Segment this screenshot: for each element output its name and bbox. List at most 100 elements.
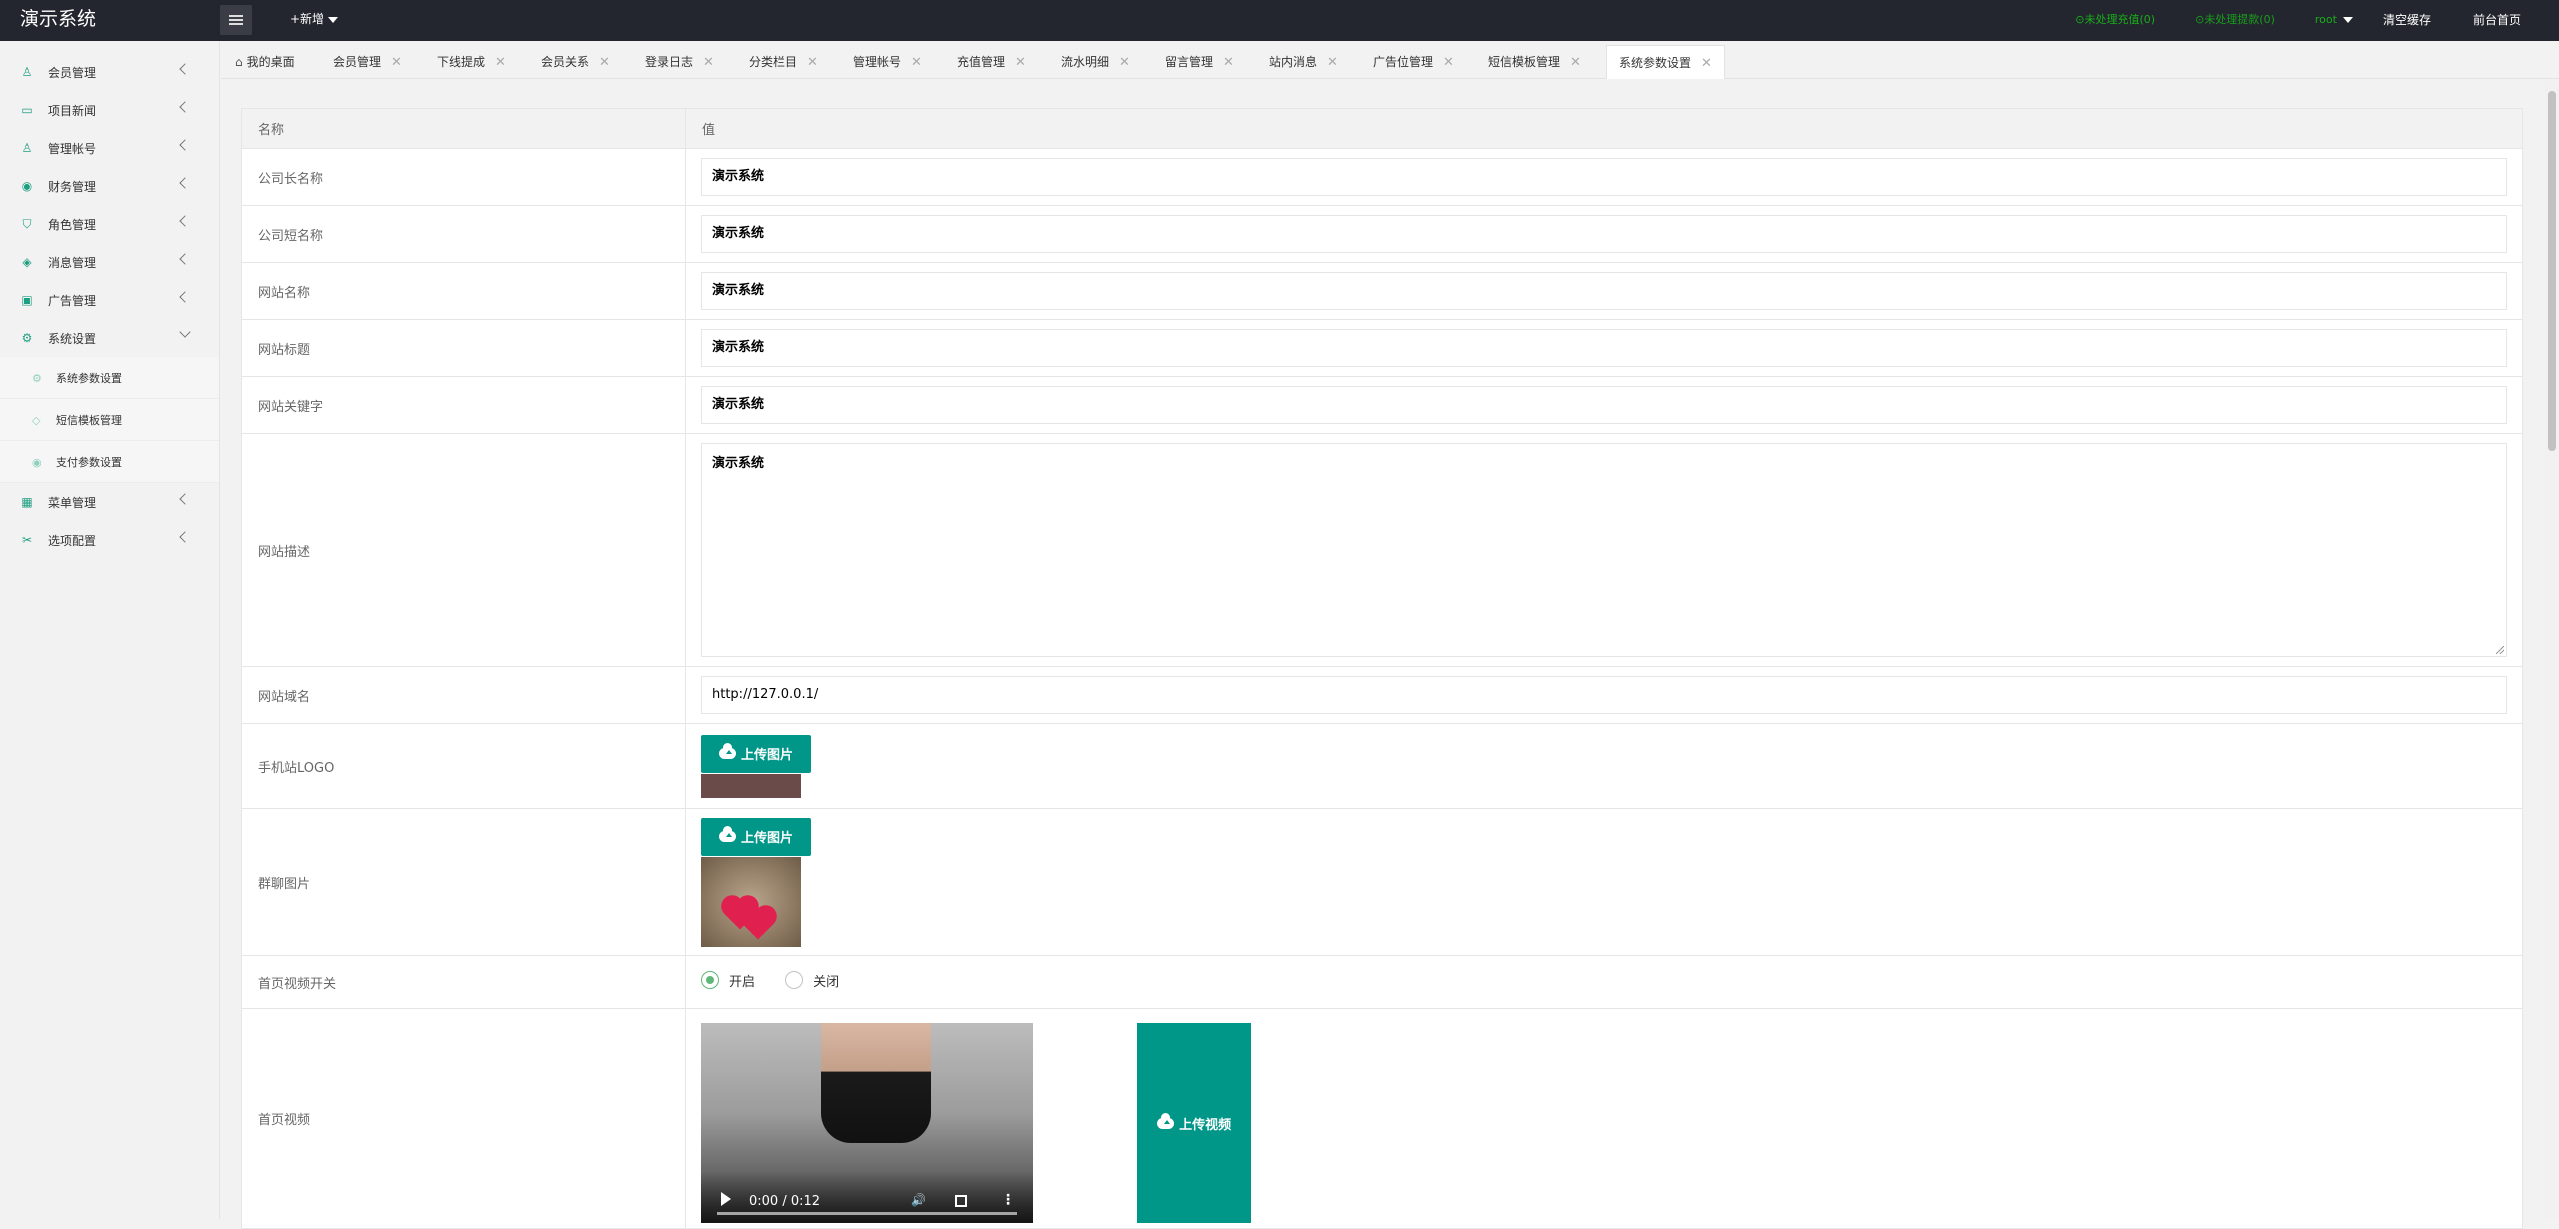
sidebar-item-system-settings[interactable]: ⚙ 系统设置 [0, 319, 219, 357]
sidebar-item-label: 管理帐号 [48, 141, 97, 156]
sidebar-item-label: 菜单管理 [48, 495, 97, 510]
home-video-player[interactable]: 0:00 / 0:12 🔊 ⋮ [701, 1023, 1033, 1223]
tab-messages-board[interactable]: 留言管理 ✕ [1165, 45, 1234, 79]
video-switch-off-radio[interactable]: 关闭 [785, 971, 839, 990]
site-title-input[interactable]: 演示系统 [701, 329, 2507, 367]
close-icon[interactable]: ✕ [391, 55, 402, 70]
tool-icon: ✂ [21, 533, 33, 547]
pending-withdraw-link[interactable]: ⊙未处理提款(0) [2195, 11, 2275, 27]
table-row: 网站描述 演示系统 [241, 433, 2523, 667]
close-icon[interactable]: ✕ [1223, 55, 1234, 70]
site-description-textarea[interactable]: 演示系统 [701, 443, 2507, 657]
sidebar-subitem-system-params[interactable]: ⚙ 系统参数设置 [0, 357, 219, 399]
close-icon[interactable]: ✕ [807, 55, 818, 70]
table-row: 网站名称 演示系统 [241, 262, 2523, 320]
add-new-button[interactable]: +新增 [290, 0, 339, 38]
tab-transactions[interactable]: 流水明细 ✕ [1061, 45, 1130, 79]
close-icon[interactable]: ✕ [1119, 55, 1130, 70]
tab-label: 会员管理 [333, 55, 382, 69]
cloud-upload-icon [719, 743, 736, 759]
row-label: 公司短名称 [241, 205, 686, 263]
account-icon: ♙ [21, 141, 33, 155]
volume-icon[interactable]: 🔊 [911, 1193, 926, 1207]
tab-system-params[interactable]: 系统参数设置 ✕ [1606, 45, 1725, 79]
pending-recharge-link[interactable]: ⊙未处理充值(0) [2075, 11, 2155, 27]
chevron-left-icon [179, 291, 191, 303]
chevron-left-icon [179, 139, 191, 151]
tab-desktop[interactable]: ⌂ 我的桌面 [235, 45, 295, 79]
upload-logo-button[interactable]: 上传图片 [701, 734, 812, 773]
row-label: 首页视频 [241, 1008, 686, 1229]
resize-handle-icon[interactable] [2496, 646, 2504, 654]
tab-admin-accounts[interactable]: 管理帐号 ✕ [853, 45, 922, 79]
tab-categories[interactable]: 分类栏目 ✕ [749, 45, 818, 79]
tab-downline-commission[interactable]: 下线提成 ✕ [437, 45, 506, 79]
front-home-link[interactable]: 前台首页 [2473, 11, 2521, 28]
company-long-name-input[interactable]: 演示系统 [701, 158, 2507, 196]
menu-toggle-button[interactable] [220, 5, 252, 35]
tab-ad-slots[interactable]: 广告位管理 ✕ [1373, 45, 1454, 79]
site-keywords-input[interactable]: 演示系统 [701, 386, 2507, 424]
sidebar-item-roles[interactable]: ⛉ 角色管理 [0, 205, 219, 243]
sidebar-item-ads[interactable]: ▣ 广告管理 [0, 281, 219, 319]
close-icon[interactable]: ✕ [1015, 55, 1026, 70]
close-icon[interactable]: ✕ [1701, 56, 1712, 71]
video-progress-bar[interactable] [717, 1212, 1017, 1215]
fullscreen-icon[interactable] [955, 1195, 967, 1207]
video-frame [821, 1023, 931, 1143]
site-domain-input[interactable]: http://127.0.0.1/ [701, 676, 2507, 714]
circle-icon: ◉ [32, 455, 42, 469]
row-label: 网站描述 [241, 433, 686, 667]
close-icon[interactable]: ✕ [911, 55, 922, 70]
more-vertical-icon[interactable]: ⋮ [1001, 1193, 1015, 1207]
user-menu[interactable]: root [2315, 13, 2353, 26]
row-label: 网站标题 [241, 319, 686, 377]
sidebar-item-messages[interactable]: ◈ 消息管理 [0, 243, 219, 281]
tab-sms-templates[interactable]: 短信模板管理 ✕ [1488, 45, 1581, 79]
upload-group-image-button[interactable]: 上传图片 [701, 817, 812, 856]
tab-recharge[interactable]: 充值管理 ✕ [957, 45, 1026, 79]
tab-label: 流水明细 [1061, 55, 1110, 69]
close-icon[interactable]: ✕ [1570, 55, 1581, 70]
sidebar-item-members[interactable]: ♙ 会员管理 [0, 53, 219, 91]
upload-button-label: 上传图片 [741, 831, 794, 846]
clear-cache-link[interactable]: 清空缓存 [2383, 11, 2431, 28]
scrollbar-thumb[interactable] [2548, 91, 2556, 451]
close-icon[interactable]: ✕ [599, 55, 610, 70]
content-scrollbar[interactable] [2545, 79, 2559, 1219]
upload-video-button[interactable]: 上传视频 [1137, 1023, 1252, 1223]
tab-login-logs[interactable]: 登录日志 ✕ [645, 45, 714, 79]
sidebar-subitem-sms-templates[interactable]: ◇ 短信模板管理 [0, 399, 219, 441]
sidebar-item-finance[interactable]: ◉ 财务管理 [0, 167, 219, 205]
tab-label: 管理帐号 [853, 55, 902, 69]
close-icon[interactable]: ✕ [495, 55, 506, 70]
close-icon[interactable]: ✕ [1327, 55, 1338, 70]
sidebar-item-news[interactable]: ▭ 项目新闻 [0, 91, 219, 129]
sidebar-item-label: 系统设置 [48, 331, 97, 346]
sidebar-subitem-label: 短信模板管理 [56, 413, 122, 427]
sidebar-subitem-payment-params[interactable]: ◉ 支付参数设置 [0, 441, 219, 483]
tab-bar: ⌂ 我的桌面 会员管理 ✕ 下线提成 ✕ 会员关系 ✕ 登录日志 ✕ 分类栏目 ✕ 管理帐号… [221, 41, 2559, 79]
video-switch-on-radio[interactable]: 开启 [701, 971, 755, 990]
close-icon[interactable]: ✕ [1443, 55, 1454, 70]
tab-site-messages[interactable]: 站内消息 ✕ [1269, 45, 1338, 79]
sidebar-item-label: 项目新闻 [48, 103, 97, 118]
header-value: 值 [685, 108, 2523, 149]
site-name-input[interactable]: 演示系统 [701, 272, 2507, 310]
close-icon[interactable]: ✕ [703, 55, 714, 70]
pending-withdraw-label: 未处理提款(0) [2204, 13, 2275, 26]
sidebar-item-menus[interactable]: ▦ 菜单管理 [0, 483, 219, 521]
heart-shape [742, 907, 774, 940]
play-icon[interactable] [721, 1192, 731, 1206]
sidebar-item-label: 会员管理 [48, 65, 97, 80]
caret-down-icon [328, 16, 339, 23]
sidebar-item-options[interactable]: ✂ 选项配置 [0, 521, 219, 559]
app-title: 演示系统 [20, 8, 97, 30]
radio-unchecked-icon [785, 971, 804, 990]
table-row: 公司长名称 演示系统 [241, 148, 2523, 206]
tab-member-relations[interactable]: 会员关系 ✕ [541, 45, 610, 79]
company-short-name-input[interactable]: 演示系统 [701, 215, 2507, 253]
tab-members[interactable]: 会员管理 ✕ [333, 45, 402, 79]
sidebar-item-accounts[interactable]: ♙ 管理帐号 [0, 129, 219, 167]
hamburger-icon [229, 15, 243, 25]
